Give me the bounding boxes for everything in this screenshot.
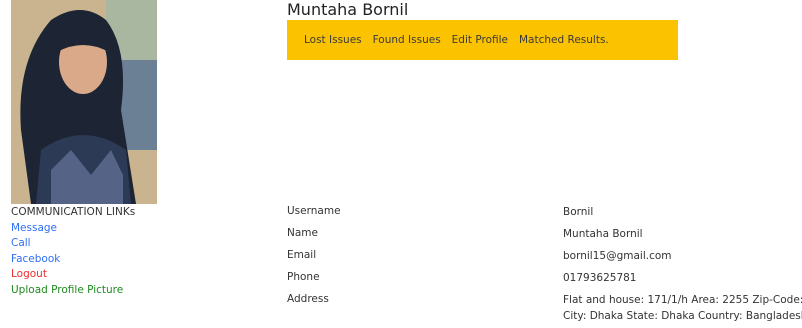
phone-value: 01793625781 xyxy=(563,272,637,284)
communication-heading: COMMUNICATION LINKs xyxy=(11,206,136,218)
upload-profile-picture-link[interactable]: Upload Profile Picture xyxy=(11,283,135,299)
address-line-2: City: Dhaka State: Dhaka Country: Bangla… xyxy=(563,309,802,322)
name-value: Muntaha Bornil xyxy=(563,228,643,240)
nav-edit-profile[interactable]: Edit Profile xyxy=(452,34,508,46)
nav-lost-issues[interactable]: Lost Issues xyxy=(304,34,362,46)
nav-found-issues[interactable]: Found Issues xyxy=(373,34,441,46)
phone-label: Phone xyxy=(287,271,320,283)
address-line-1: Flat and house: 171/1/h Area: 2255 Zip-C… xyxy=(563,294,802,306)
profile-photo-image xyxy=(11,0,157,204)
username-value: Bornil xyxy=(563,206,594,218)
call-link[interactable]: Call xyxy=(11,236,135,252)
email-value: bornil15@gmail.com xyxy=(563,250,672,262)
message-link[interactable]: Message xyxy=(11,221,135,237)
facebook-link[interactable]: Facebook xyxy=(11,252,135,268)
profile-navbar: Lost Issues Found Issues Edit Profile Ma… xyxy=(287,20,678,60)
communication-links: COMMUNICATION LINKs Message Call Faceboo… xyxy=(11,205,135,298)
nav-matched-results[interactable]: Matched Results. xyxy=(519,34,609,46)
logout-link[interactable]: Logout xyxy=(11,267,135,283)
address-value: Flat and house: 171/1/h Area: 2255 Zip-C… xyxy=(563,293,802,324)
profile-name-title: Muntaha Bornil xyxy=(287,0,409,19)
profile-photo xyxy=(11,0,157,204)
name-label: Name xyxy=(287,227,318,239)
username-label: Username xyxy=(287,205,341,217)
email-label: Email xyxy=(287,249,317,261)
address-label: Address xyxy=(287,293,329,305)
